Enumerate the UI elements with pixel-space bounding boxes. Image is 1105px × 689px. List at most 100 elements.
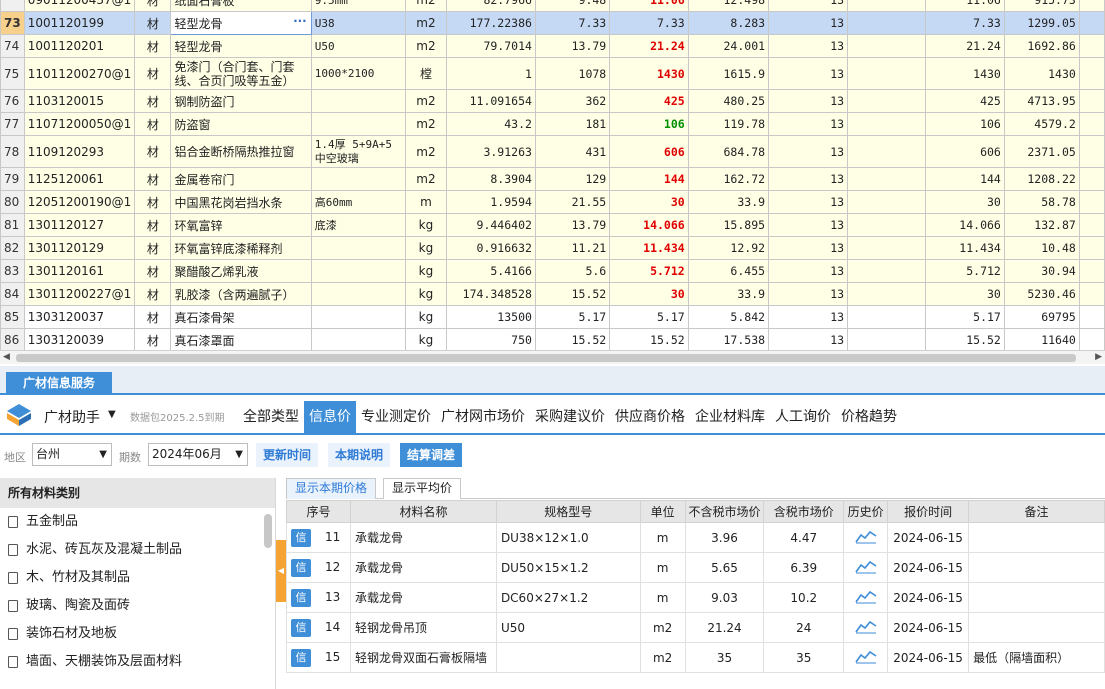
empty-cell[interactable] — [847, 305, 927, 329]
column-header[interactable]: 含税市场价 — [763, 500, 845, 523]
material-unit[interactable]: 樘 — [405, 57, 447, 90]
material-type[interactable]: 材 — [134, 0, 172, 12]
material-spec[interactable] — [310, 282, 407, 306]
tax-rate[interactable]: 13 — [768, 236, 849, 260]
adjusted-price[interactable]: 21.24 — [925, 34, 1005, 58]
total-amount[interactable]: 69795 — [1003, 305, 1080, 329]
row-number[interactable]: 85 — [0, 305, 25, 329]
trend-chart-icon[interactable] — [854, 558, 877, 574]
row-number[interactable]: 73 — [0, 11, 25, 35]
empty-cell[interactable] — [847, 57, 927, 90]
trailing-cell[interactable] — [1078, 11, 1105, 35]
budget-price[interactable]: 181 — [534, 112, 611, 136]
sidebar-title[interactable]: 所有材料类别 — [0, 478, 275, 508]
material-spec[interactable]: U50 — [310, 34, 407, 58]
adjusted-price[interactable]: 144 — [925, 167, 1005, 191]
total-amount[interactable]: 58.78 — [1003, 190, 1080, 214]
material-unit[interactable]: m2 — [405, 167, 447, 191]
quantity[interactable]: 8.3904 — [445, 167, 536, 191]
scroll-left-icon[interactable]: ◀ — [3, 352, 10, 362]
material-code[interactable]: 1109120293 — [23, 135, 136, 168]
material-name[interactable]: 铝合金断桥隔热推拉窗 — [170, 135, 312, 168]
market-price[interactable]: 144 — [609, 167, 689, 191]
material-unit[interactable]: kg — [405, 328, 447, 350]
material-spec[interactable] — [310, 112, 407, 136]
market-price[interactable]: 1430 — [609, 57, 689, 90]
total-amount[interactable]: 11640 — [1003, 328, 1080, 350]
trailing-cell[interactable] — [1078, 112, 1105, 136]
tax-inclusive-price[interactable]: 24.001 — [687, 34, 770, 58]
tab-category[interactable]: 广材网市场价 — [436, 401, 530, 433]
period-notes-button[interactable]: 本期说明 — [328, 443, 391, 467]
material-spec[interactable]: 1.4厚 5+9A+5中空玻璃 — [310, 135, 407, 168]
material-code[interactable]: 12051200190@1 — [23, 190, 136, 214]
adjusted-price[interactable]: 425 — [925, 89, 1005, 113]
tax-inclusive-price[interactable]: 5.842 — [687, 305, 770, 329]
material-code[interactable]: 1001120199 — [23, 11, 136, 35]
total-amount[interactable]: 1299.05 — [1003, 11, 1080, 35]
empty-cell[interactable] — [847, 328, 927, 350]
empty-cell[interactable] — [847, 89, 927, 113]
quantity[interactable]: 174.348528 — [445, 282, 536, 306]
adjusted-price[interactable]: 11.434 — [925, 236, 1005, 260]
grid-row[interactable]: 73 1001120199 材轻型龙骨 ··· U38 m2 177.22386 7.33 7.… — [0, 11, 1105, 35]
market-price[interactable]: 425 — [609, 89, 689, 113]
grid-row[interactable]: 80 12051200190@1 材中国黑花岗岩挡水条 高60mm m 1.9594 21.… — [0, 190, 1105, 214]
column-header[interactable]: 不含税市场价 — [684, 500, 765, 523]
collapse-sidebar-icon[interactable]: ◀ — [276, 540, 286, 602]
budget-price[interactable]: 1078 — [534, 57, 611, 90]
row-number[interactable]: 81 — [0, 213, 25, 237]
quantity[interactable]: 5.4166 — [445, 259, 536, 283]
material-code[interactable]: 11011200270@1 — [23, 57, 136, 90]
empty-cell[interactable] — [847, 282, 927, 306]
adjusted-price[interactable]: 14.066 — [925, 213, 1005, 237]
sidebar-item[interactable]: 装饰石材及地板 — [0, 620, 275, 648]
tax-inclusive-price[interactable]: 684.78 — [687, 135, 770, 168]
trend-chart-icon[interactable] — [854, 648, 877, 664]
material-name[interactable]: 免漆门（合门套、门套线、合页门吸等五金） — [170, 57, 312, 90]
material-name[interactable]: 金属卷帘门 — [170, 167, 312, 191]
grid-row[interactable]: 85 1303120037 材真石漆骨架 kg 13500 5.17 5.17 5.842 13… — [0, 305, 1105, 329]
market-price[interactable]: 14.066 — [609, 213, 689, 237]
quantity[interactable]: 11.091654 — [445, 89, 536, 113]
empty-cell[interactable] — [847, 34, 927, 58]
trailing-cell[interactable] — [1078, 305, 1105, 329]
tab-category[interactable]: 价格趋势 — [836, 401, 902, 433]
budget-price[interactable]: 5.6 — [534, 259, 611, 283]
material-code[interactable]: 1125120061 — [23, 167, 136, 191]
budget-price[interactable]: 9.48 — [534, 0, 611, 12]
tax-rate[interactable]: 13 — [768, 0, 849, 12]
sidebar-item[interactable]: 玻璃、陶瓷及面砖 — [0, 592, 275, 620]
row-number[interactable]: 77 — [0, 112, 25, 136]
grid-row[interactable]: 86 1303120039 材真石漆罩面 kg 750 15.52 15.52 17.538 1… — [0, 328, 1105, 350]
market-price[interactable]: 106 — [609, 112, 689, 136]
market-price[interactable]: 30 — [609, 282, 689, 306]
material-unit[interactable]: kg — [405, 259, 447, 283]
tab-category[interactable]: 信息价 — [304, 401, 356, 433]
trailing-cell[interactable] — [1078, 190, 1105, 214]
column-header[interactable]: 序号 — [286, 500, 351, 523]
material-name[interactable]: 环氧富锌底漆稀释剂 — [170, 236, 312, 260]
column-header[interactable]: 报价时间 — [887, 500, 970, 523]
price-row[interactable]: 信 13 承载龙骨 DC60×27×1.2 m 9.03 10.2 2024-06-15 — [286, 582, 1105, 613]
material-spec[interactable] — [310, 167, 407, 191]
tab-category[interactable]: 人工询价 — [770, 401, 836, 433]
material-type[interactable]: 材 — [134, 236, 172, 260]
adjusted-price[interactable]: 7.33 — [925, 11, 1005, 35]
row-number[interactable]: 76 — [0, 89, 25, 113]
material-type[interactable]: 材 — [134, 305, 172, 329]
horizontal-scrollbar[interactable]: ◀ ▶ — [0, 350, 1105, 364]
trailing-cell[interactable] — [1078, 213, 1105, 237]
material-unit[interactable]: kg — [405, 236, 447, 260]
row-number[interactable] — [0, 0, 25, 12]
material-type[interactable]: 材 — [134, 167, 172, 191]
material-spec[interactable]: 1000*2100 — [310, 57, 407, 90]
market-price[interactable]: 11.434 — [609, 236, 689, 260]
budget-price[interactable]: 5.17 — [534, 305, 611, 329]
material-unit[interactable]: m2 — [405, 0, 447, 12]
grid-row[interactable]: 81 1301120127 材环氧富锌 底漆 kg 9.446402 13.79 14.066… — [0, 213, 1105, 237]
total-amount[interactable]: 4713.95 — [1003, 89, 1080, 113]
market-price[interactable]: 5.712 — [609, 259, 689, 283]
column-header[interactable]: 规格型号 — [495, 500, 641, 523]
sidebar-item[interactable]: 木、竹材及其制品 — [0, 564, 275, 592]
